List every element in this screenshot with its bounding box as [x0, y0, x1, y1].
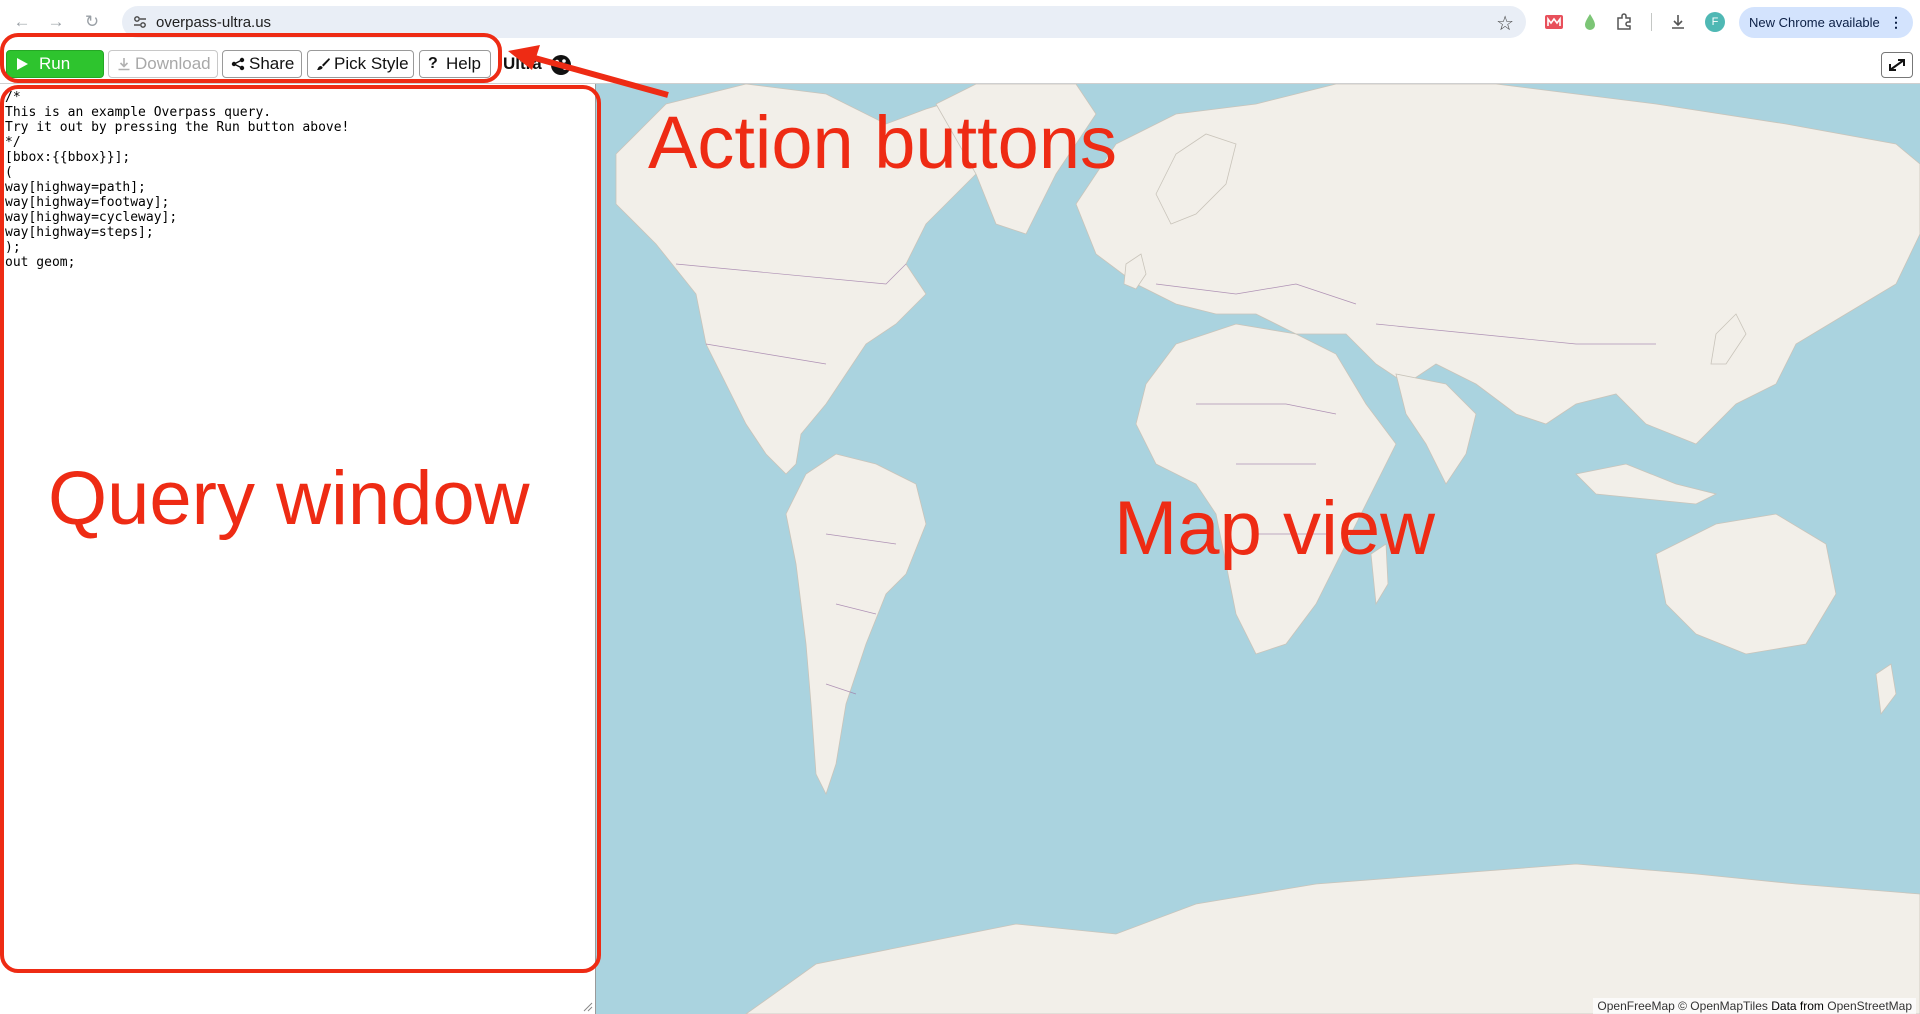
star-icon[interactable]: ☆ [1496, 11, 1514, 36]
chrome-menu-icon[interactable]: ⋮ [1889, 7, 1903, 38]
site-info-icon[interactable] [132, 14, 148, 30]
landmass-australia [1655, 513, 1837, 655]
extension-drop-icon[interactable] [1580, 12, 1600, 32]
toolbar-divider [1651, 13, 1652, 31]
profile-avatar[interactable]: F [1705, 12, 1725, 32]
attribution-data-label: Data from [1771, 999, 1824, 1013]
annotation-query-window: Query window [48, 456, 530, 541]
theme-toggle-icon[interactable] [550, 54, 572, 76]
back-arrow-icon[interactable]: ← [12, 12, 32, 32]
chrome-update-button[interactable]: New Chrome available ⋮ [1739, 7, 1913, 38]
downloads-icon[interactable] [1668, 12, 1688, 32]
annotation-action-buttons: Action buttons [648, 101, 1117, 184]
landmass-antarctica [745, 863, 1920, 1014]
attribution-osm[interactable]: OpenStreetMap [1827, 999, 1912, 1013]
reload-icon[interactable]: ↻ [82, 12, 102, 32]
action-buttons-highlight [0, 33, 502, 83]
extensions-puzzle-icon[interactable] [1614, 12, 1634, 32]
update-label: New Chrome available [1749, 15, 1880, 30]
landmass-indonesia [1575, 463, 1718, 505]
url-text[interactable]: overpass-ultra.us [156, 14, 271, 31]
landmass-new-zealand [1875, 663, 1897, 716]
resize-handle-icon[interactable] [583, 1002, 593, 1012]
expand-icon [1889, 59, 1905, 71]
attribution-tiles[interactable]: OpenFreeMap © OpenMapTiles [1597, 999, 1767, 1013]
forward-arrow-icon[interactable]: → [46, 12, 66, 32]
fullscreen-button[interactable] [1881, 52, 1913, 78]
brand-label: Ultra [503, 54, 542, 73]
annotation-map-view: Map view [1114, 486, 1435, 571]
landmass-india [1395, 373, 1477, 485]
landmass-south-america [785, 453, 927, 796]
map-attribution: OpenFreeMap © OpenMapTiles Data from Ope… [1593, 998, 1916, 1014]
extension-m-icon[interactable] [1544, 12, 1564, 32]
